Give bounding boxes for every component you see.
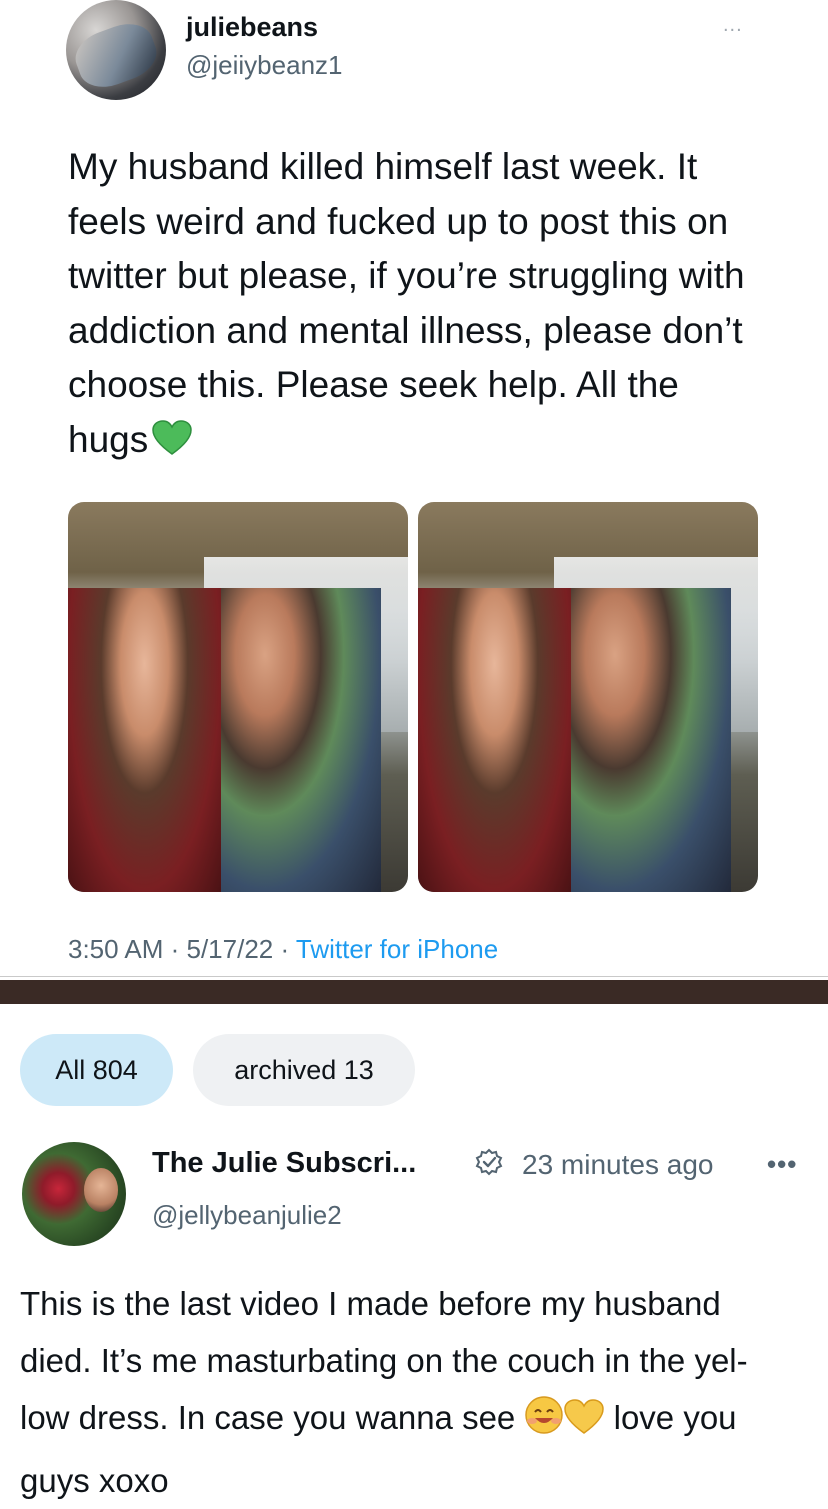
divider <box>0 976 828 977</box>
more-options-button[interactable]: ... <box>723 14 743 37</box>
tab-all[interactable]: All 804 <box>20 1034 173 1106</box>
post-avatar[interactable] <box>22 1142 126 1246</box>
screenshot-separator <box>0 980 828 1004</box>
display-name[interactable]: juliebeans <box>186 12 318 43</box>
tweet-time: 3:50 AM · 5/17/22 · <box>68 934 296 964</box>
post-more-options-button[interactable]: ••• <box>767 1149 797 1180</box>
smiling-face-icon <box>524 1395 564 1452</box>
user-handle[interactable]: @jeiiybeanz1 <box>186 50 342 81</box>
tweet-timestamp: 3:50 AM · 5/17/22 · Twitter for iPhone <box>68 934 498 965</box>
tweet-photo-2[interactable] <box>418 502 758 892</box>
post-time-ago: 23 minutes ago <box>522 1149 714 1180</box>
tweet-photo-1[interactable] <box>68 502 408 892</box>
post-user-handle[interactable]: @jellybeanjulie2 <box>152 1200 342 1231</box>
tab-archived[interactable]: archived 13 <box>193 1034 415 1106</box>
avatar[interactable] <box>66 0 166 100</box>
tweet-text-content: My husband killed himself last week. It … <box>68 146 745 460</box>
yellow-heart-icon <box>564 1395 605 1452</box>
post-text: This is the last video I made before my … <box>20 1275 800 1509</box>
post-display-name[interactable]: The Julie Subscri... <box>152 1147 416 1180</box>
green-heart-icon <box>152 417 192 472</box>
tweet-source-link[interactable]: Twitter for iPhone <box>296 934 498 964</box>
tweet-text: My husband killed himself last week. It … <box>68 140 768 471</box>
verified-badge-icon <box>474 1148 504 1178</box>
